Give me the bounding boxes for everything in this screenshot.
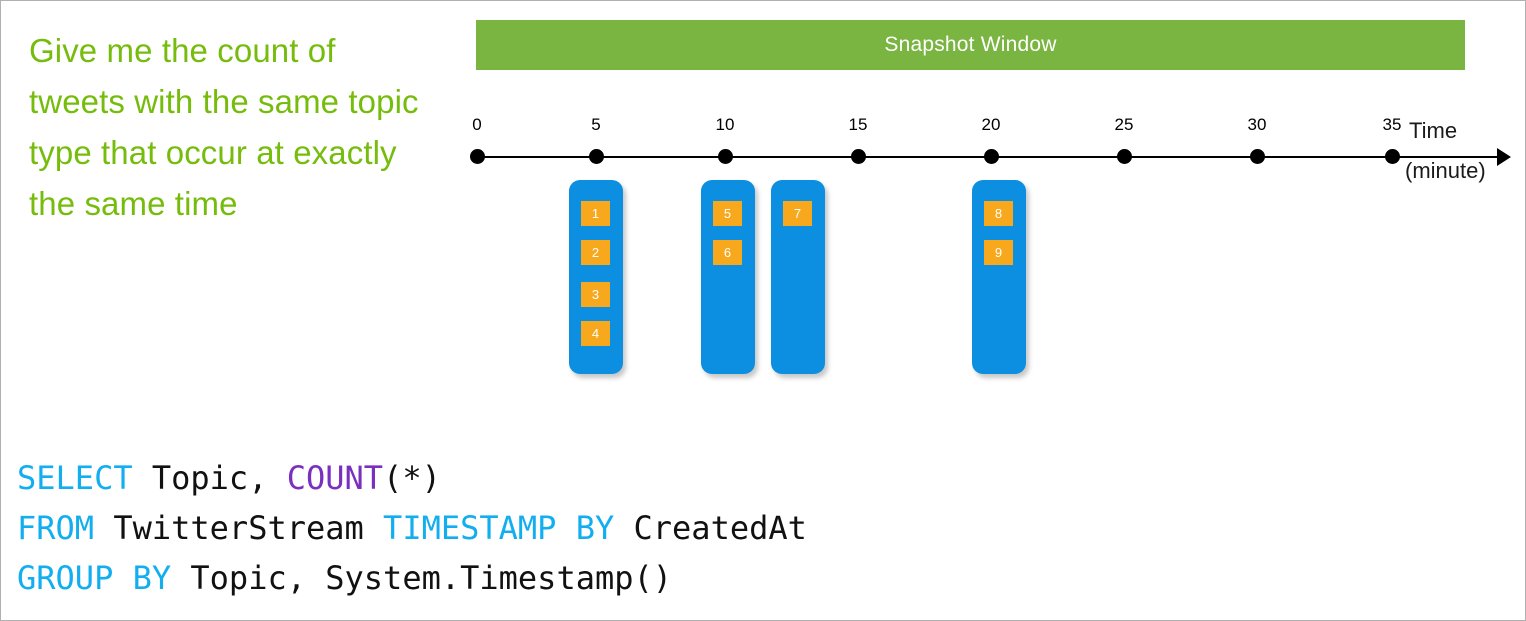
tick-dot-icon	[850, 149, 866, 164]
sql-token: COUNT	[286, 459, 384, 497]
tick-label: 20	[981, 115, 1001, 134]
time-axis-unit-label: (minute)	[1405, 158, 1486, 183]
event-tile[interactable]: 5	[713, 201, 742, 226]
timeline-axis: 0 5 10 15 20 25 30 35 Time (minute)	[1, 101, 1525, 201]
sql-token: TIMESTAMP BY	[383, 509, 615, 547]
time-axis-label: Time	[1409, 118, 1458, 143]
event-tile[interactable]: 8	[984, 201, 1013, 226]
tick-label: 0	[472, 115, 482, 134]
tick-label: 25	[1114, 115, 1134, 134]
sql-token: SELECT	[17, 459, 133, 497]
tick-label: 10	[715, 115, 735, 134]
column-at-5[interactable]: 1 2 3 4	[569, 180, 623, 374]
sql-token: FROM	[17, 509, 95, 547]
snapshot-window-label: Snapshot Window	[884, 33, 1057, 56]
event-tile[interactable]: 3	[581, 282, 610, 307]
sql-line: GROUP BY Topic, System.Timestamp()	[17, 553, 807, 603]
tick-dot-icon	[1116, 149, 1132, 164]
sql-line: SELECT Topic, COUNT(*)	[17, 453, 807, 503]
tick-dot-icon	[588, 149, 604, 164]
tick-dot-icon	[983, 149, 999, 164]
column-at-20[interactable]: 89	[972, 180, 1026, 374]
sql-token: TwitterStream	[94, 509, 384, 547]
sql-token: (*)	[383, 459, 441, 497]
sql-query-block: SELECT Topic, COUNT(*) FROM TwitterStream…	[17, 453, 807, 603]
event-tile[interactable]: 7	[783, 201, 812, 226]
event-tile[interactable]: 9	[984, 240, 1013, 265]
column-at-13[interactable]: 7	[771, 180, 825, 374]
tick-dot-icon	[717, 149, 733, 164]
axis-arrow-icon	[1497, 148, 1511, 166]
snapshot-window-banner: Snapshot Window	[476, 20, 1465, 70]
slide-canvas: Give me the count of tweets with the sam…	[0, 0, 1526, 621]
tick-label: 5	[591, 115, 601, 134]
sql-token: GROUP BY	[17, 559, 172, 597]
event-tile[interactable]: 1	[581, 201, 610, 226]
sql-token: Topic,	[132, 459, 287, 497]
sql-line: FROM TwitterStream TIMESTAMP BY CreatedA…	[17, 503, 807, 553]
column-at-10[interactable]: 56	[701, 180, 755, 374]
tick-dot-icon	[1249, 149, 1265, 164]
event-tile[interactable]: 6	[713, 240, 742, 265]
tick-dot-icon	[1384, 149, 1400, 164]
tick-dot-icon	[469, 149, 485, 164]
event-tile[interactable]: 4	[581, 321, 610, 346]
sql-token: CreatedAt	[614, 509, 807, 547]
tick-label: 35	[1382, 115, 1402, 134]
sql-token: Topic, System.Timestamp()	[171, 559, 673, 597]
event-tile[interactable]: 2	[581, 240, 610, 265]
tick-label: 30	[1247, 115, 1267, 134]
tick-label: 15	[848, 115, 868, 134]
